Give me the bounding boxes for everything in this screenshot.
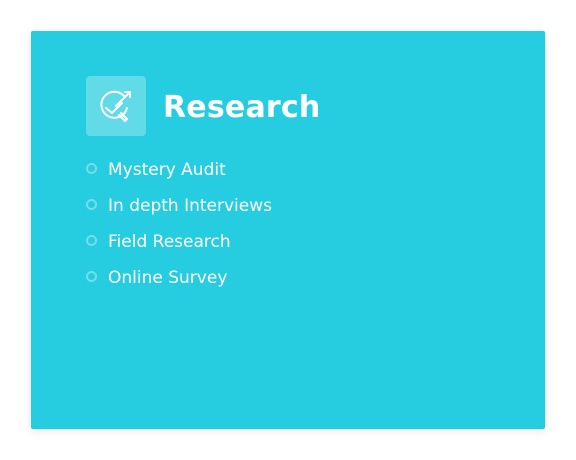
list-item: In depth Interviews <box>86 189 272 225</box>
research-target-icon <box>86 76 146 136</box>
bullet-circle-icon <box>86 235 97 246</box>
card-title: Research <box>163 89 321 125</box>
research-card: Research Mystery Audit In depth Intervie… <box>31 31 545 429</box>
bullet-circle-icon <box>86 271 97 282</box>
list-item-label: In depth Interviews <box>108 195 272 216</box>
list-item-label: Online Survey <box>108 267 228 288</box>
list-item-label: Mystery Audit <box>108 159 226 180</box>
research-list: Mystery Audit In depth Interviews Field … <box>86 153 272 297</box>
list-item: Online Survey <box>86 261 272 297</box>
card-header: Research <box>86 76 320 136</box>
list-item: Field Research <box>86 225 272 261</box>
bullet-circle-icon <box>86 163 97 174</box>
list-item: Mystery Audit <box>86 153 272 189</box>
list-item-label: Field Research <box>108 231 231 252</box>
bullet-circle-icon <box>86 199 97 210</box>
